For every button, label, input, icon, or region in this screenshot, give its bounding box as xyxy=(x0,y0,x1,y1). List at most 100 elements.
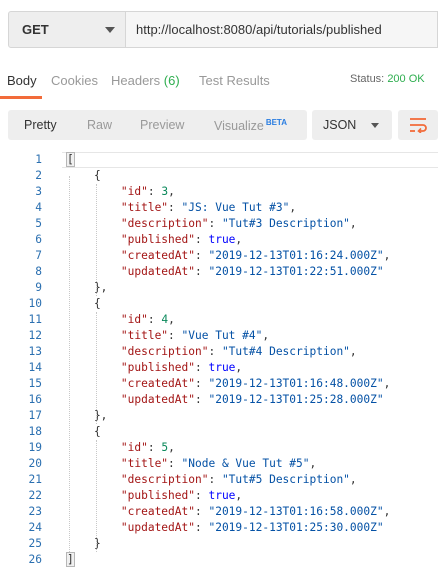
json-token: : xyxy=(168,329,182,342)
view-visualize[interactable]: Visualize BETA xyxy=(214,118,287,133)
code-text: "description": "Tut#4 Description", xyxy=(67,344,357,360)
line-number: 14 xyxy=(28,361,42,374)
line-number: 1 xyxy=(35,153,42,166)
json-token: "title" xyxy=(120,457,169,470)
line-number: 6 xyxy=(35,233,42,246)
line-number: 4 xyxy=(35,201,42,214)
code-text: "createdAt": "2019-12-13T01:16:58.000Z", xyxy=(67,504,390,520)
chevron-down-icon xyxy=(371,122,379,128)
json-token: , xyxy=(235,489,243,502)
code-text: { xyxy=(67,296,101,312)
view-pretty[interactable]: Pretty xyxy=(24,118,57,132)
tab-headers-label: Headers xyxy=(111,73,161,88)
code-text: "title": "Node & Vue Tut #5", xyxy=(67,456,316,472)
json-token: "updatedAt" xyxy=(120,393,195,406)
json-token: : xyxy=(194,249,209,262)
json-token: : xyxy=(194,233,209,246)
line-number: 9 xyxy=(35,281,42,294)
line-number: 21 xyxy=(28,473,42,486)
code-text: "updatedAt": "2019-12-13T01:22:51.000Z" xyxy=(67,264,384,280)
json-token: "id" xyxy=(120,441,148,454)
url-input[interactable]: http://localhost:8080/api/tutorials/publ… xyxy=(126,11,438,48)
code-text: "published": true, xyxy=(67,232,242,248)
status-label: Status: xyxy=(350,73,385,85)
json-token: "published" xyxy=(120,233,195,246)
code-line: 14 "published": true, xyxy=(0,360,438,376)
json-token: "Vue Tut #4" xyxy=(181,329,263,342)
json-token: , xyxy=(235,233,243,246)
code-line: 22 "published": true, xyxy=(0,488,438,504)
code-line: 26] xyxy=(0,552,438,568)
view-preview[interactable]: Preview xyxy=(140,118,184,132)
json-token: "Tut#3 Description" xyxy=(221,217,350,230)
json-token: , xyxy=(289,201,297,214)
line-number: 7 xyxy=(35,249,42,262)
code-text: "description": "Tut#5 Description", xyxy=(67,472,357,488)
tab-test-results[interactable]: Test Results xyxy=(199,73,270,88)
active-tab-indicator xyxy=(0,96,42,99)
beta-badge: BETA xyxy=(265,118,287,127)
json-token: "2019-12-13T01:16:24.000Z" xyxy=(208,249,384,262)
request-bar: GET http://localhost:8080/api/tutorials/… xyxy=(8,11,438,48)
json-token: }, xyxy=(67,281,108,294)
chevron-down-icon xyxy=(105,26,115,33)
view-mode-segment: Pretty Raw Preview Visualize BETA xyxy=(8,110,307,140)
code-text: "updatedAt": "2019-12-13T01:25:28.000Z" xyxy=(67,392,384,408)
json-token: "2019-12-13T01:22:51.000Z" xyxy=(208,265,384,278)
json-token: "description" xyxy=(120,473,209,486)
json-token: : xyxy=(194,361,209,374)
json-token: : xyxy=(194,377,209,390)
code-line: 20 "title": "Node & Vue Tut #5", xyxy=(0,456,438,472)
code-text: "published": true, xyxy=(67,360,242,376)
line-number: 2 xyxy=(35,169,42,182)
tab-body[interactable]: Body xyxy=(7,73,37,88)
tab-cookies-label: Cookies xyxy=(51,73,98,88)
format-select[interactable]: JSON xyxy=(312,110,392,140)
json-token: "createdAt" xyxy=(120,505,195,518)
json-token: "updatedAt" xyxy=(120,521,195,534)
indent-guide xyxy=(69,176,70,552)
json-token: : xyxy=(208,217,222,230)
line-number: 25 xyxy=(28,537,42,550)
json-token: , xyxy=(168,441,175,454)
wrap-lines-button[interactable] xyxy=(398,110,438,140)
view-raw[interactable]: Raw xyxy=(87,118,112,132)
json-token: : xyxy=(194,505,209,518)
code-line: 1[ xyxy=(0,152,438,168)
code-line: 21 "description": "Tut#5 Description", xyxy=(0,472,438,488)
code-line: 16 "updatedAt": "2019-12-13T01:25:28.000… xyxy=(0,392,438,408)
method-label: GET xyxy=(22,22,49,37)
view-visualize-label: Visualize xyxy=(214,119,264,133)
method-select[interactable]: GET xyxy=(8,11,126,48)
json-token: "Node & Vue Tut #5" xyxy=(181,457,310,470)
json-token: , xyxy=(168,185,175,198)
json-token: "JS: Vue Tut #3" xyxy=(181,201,290,214)
json-token: , xyxy=(235,361,243,374)
response-body-viewer[interactable]: 1[2 {3 "id": 3, 4 "title": "JS: Vue Tut #… xyxy=(0,150,438,570)
code-line: 15 "createdAt": "2019-12-13T01:16:48.000… xyxy=(0,376,438,392)
json-token: }, xyxy=(67,409,108,422)
json-token: : xyxy=(147,441,162,454)
json-token: "Tut#5 Description" xyxy=(221,473,350,486)
json-token: "title" xyxy=(120,201,169,214)
code-text: "title": "Vue Tut #4", xyxy=(67,328,269,344)
code-line: 6 "published": true, xyxy=(0,232,438,248)
code-text: "id": 3, xyxy=(67,184,175,200)
code-line: 5 "description": "Tut#3 Description", xyxy=(0,216,438,232)
line-number: 23 xyxy=(28,505,42,518)
line-number: 10 xyxy=(28,297,42,310)
tab-headers[interactable]: Headers (6) xyxy=(111,73,180,88)
json-token: { xyxy=(67,425,101,438)
tab-body-label: Body xyxy=(7,73,37,88)
json-token: : xyxy=(147,185,162,198)
code-text: "createdAt": "2019-12-13T01:16:48.000Z", xyxy=(67,376,390,392)
code-text: }, xyxy=(67,280,107,296)
line-number: 8 xyxy=(35,265,42,278)
tab-cookies[interactable]: Cookies xyxy=(51,73,98,88)
json-token: "updatedAt" xyxy=(120,265,195,278)
